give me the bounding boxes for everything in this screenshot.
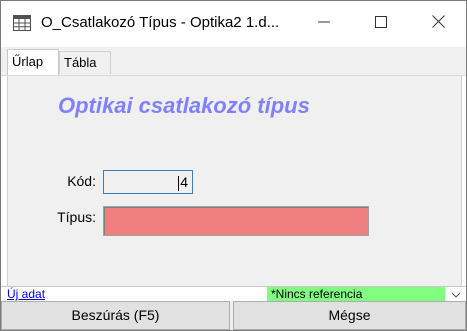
reference-status: *Nincs referencia: [267, 287, 445, 302]
tipus-label: Típus:: [57, 209, 96, 225]
close-button[interactable]: [410, 1, 466, 47]
kod-field[interactable]: 4: [103, 170, 193, 194]
kod-label: Kód:: [67, 173, 96, 189]
view-tabs: Űrlap Tábla: [1, 47, 466, 76]
maximize-icon: [375, 15, 387, 33]
tab-form[interactable]: Űrlap: [7, 49, 59, 75]
maximize-button[interactable]: [353, 1, 409, 47]
tab-table[interactable]: Tábla: [59, 51, 111, 74]
minimize-icon: [318, 15, 330, 33]
chevron-down-icon[interactable]: [449, 288, 463, 302]
tipus-field[interactable]: [103, 206, 369, 236]
new-record-link[interactable]: Új adat: [7, 287, 45, 302]
form-window: O_Csatlakozó Típus - Optika2 1.d... Űrla…: [0, 0, 467, 331]
close-icon: [431, 15, 445, 33]
form-body: Optikai csatlakozó típus Kód: 4 Típus:: [7, 76, 462, 287]
status-bar: Új adat *Nincs referencia: [1, 286, 466, 302]
datasheet-icon: [13, 14, 31, 32]
title-bar[interactable]: O_Csatlakozó Típus - Optika2 1.d...: [1, 1, 466, 47]
insert-button[interactable]: Beszúrás (F5): [1, 301, 230, 330]
kod-value: 4: [180, 174, 188, 190]
action-bar: Beszúrás (F5) Mégse: [1, 301, 466, 330]
cancel-button[interactable]: Mégse: [233, 301, 466, 330]
window-title: O_Csatlakozó Típus - Optika2 1.d...: [41, 14, 280, 31]
form-title: Optikai csatlakozó típus: [58, 93, 310, 118]
minimize-button[interactable]: [296, 1, 352, 47]
